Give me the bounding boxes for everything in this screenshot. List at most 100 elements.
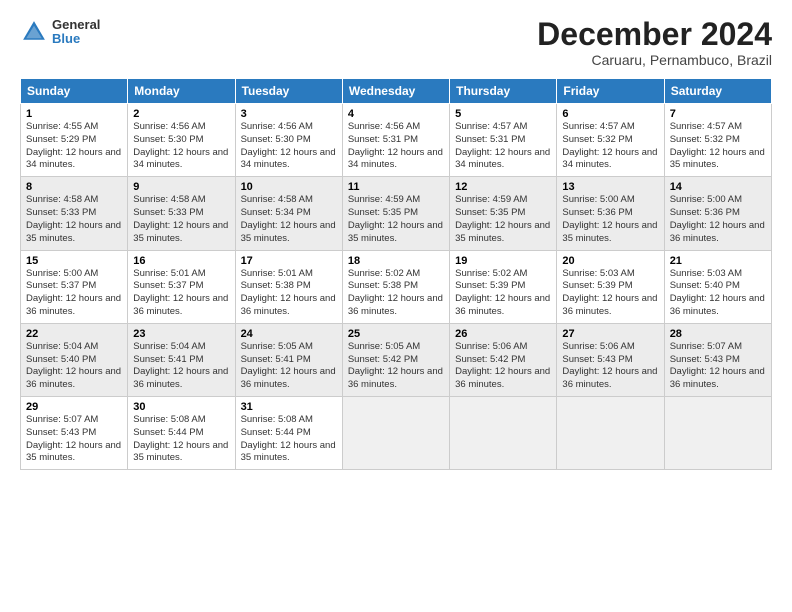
calendar-header-tuesday: Tuesday xyxy=(235,79,342,104)
logo-text: General Blue xyxy=(52,18,100,47)
calendar-cell: 31Sunrise: 5:08 AMSunset: 5:44 PMDayligh… xyxy=(235,397,342,470)
day-info: Sunrise: 5:00 AMSunset: 5:37 PMDaylight:… xyxy=(26,268,122,319)
calendar-cell xyxy=(557,397,664,470)
calendar-cell: 6Sunrise: 4:57 AMSunset: 5:32 PMDaylight… xyxy=(557,104,664,177)
day-info: Sunrise: 4:59 AMSunset: 5:35 PMDaylight:… xyxy=(348,194,444,245)
calendar-header-sunday: Sunday xyxy=(21,79,128,104)
day-number: 11 xyxy=(348,181,444,193)
calendar-week-5: 29Sunrise: 5:07 AMSunset: 5:43 PMDayligh… xyxy=(21,397,772,470)
day-number: 27 xyxy=(562,328,658,340)
day-number: 12 xyxy=(455,181,551,193)
calendar-week-3: 15Sunrise: 5:00 AMSunset: 5:37 PMDayligh… xyxy=(21,250,772,323)
day-info: Sunrise: 4:57 AMSunset: 5:32 PMDaylight:… xyxy=(562,121,658,172)
day-number: 9 xyxy=(133,181,229,193)
day-number: 13 xyxy=(562,181,658,193)
calendar-cell: 9Sunrise: 4:58 AMSunset: 5:33 PMDaylight… xyxy=(128,177,235,250)
day-number: 15 xyxy=(26,255,122,267)
day-number: 8 xyxy=(26,181,122,193)
day-info: Sunrise: 4:58 AMSunset: 5:33 PMDaylight:… xyxy=(26,194,122,245)
day-number: 21 xyxy=(670,255,766,267)
calendar-cell: 12Sunrise: 4:59 AMSunset: 5:35 PMDayligh… xyxy=(450,177,557,250)
calendar-cell: 17Sunrise: 5:01 AMSunset: 5:38 PMDayligh… xyxy=(235,250,342,323)
calendar-cell xyxy=(450,397,557,470)
page: General Blue December 2024 Caruaru, Pern… xyxy=(0,0,792,612)
calendar-cell: 21Sunrise: 5:03 AMSunset: 5:40 PMDayligh… xyxy=(664,250,771,323)
day-number: 16 xyxy=(133,255,229,267)
calendar-cell: 23Sunrise: 5:04 AMSunset: 5:41 PMDayligh… xyxy=(128,323,235,396)
day-info: Sunrise: 5:03 AMSunset: 5:39 PMDaylight:… xyxy=(562,268,658,319)
day-info: Sunrise: 5:07 AMSunset: 5:43 PMDaylight:… xyxy=(670,341,766,392)
day-info: Sunrise: 5:04 AMSunset: 5:41 PMDaylight:… xyxy=(133,341,229,392)
calendar-header-thursday: Thursday xyxy=(450,79,557,104)
day-info: Sunrise: 5:04 AMSunset: 5:40 PMDaylight:… xyxy=(26,341,122,392)
day-info: Sunrise: 4:57 AMSunset: 5:31 PMDaylight:… xyxy=(455,121,551,172)
day-number: 29 xyxy=(26,401,122,413)
calendar-cell xyxy=(342,397,449,470)
day-info: Sunrise: 4:56 AMSunset: 5:30 PMDaylight:… xyxy=(241,121,337,172)
calendar-cell: 10Sunrise: 4:58 AMSunset: 5:34 PMDayligh… xyxy=(235,177,342,250)
day-number: 28 xyxy=(670,328,766,340)
day-number: 20 xyxy=(562,255,658,267)
day-number: 2 xyxy=(133,108,229,120)
day-number: 30 xyxy=(133,401,229,413)
calendar-cell: 3Sunrise: 4:56 AMSunset: 5:30 PMDaylight… xyxy=(235,104,342,177)
day-info: Sunrise: 5:00 AMSunset: 5:36 PMDaylight:… xyxy=(670,194,766,245)
calendar-cell: 11Sunrise: 4:59 AMSunset: 5:35 PMDayligh… xyxy=(342,177,449,250)
day-number: 10 xyxy=(241,181,337,193)
day-number: 25 xyxy=(348,328,444,340)
calendar-cell: 30Sunrise: 5:08 AMSunset: 5:44 PMDayligh… xyxy=(128,397,235,470)
day-info: Sunrise: 5:01 AMSunset: 5:37 PMDaylight:… xyxy=(133,268,229,319)
calendar-week-1: 1Sunrise: 4:55 AMSunset: 5:29 PMDaylight… xyxy=(21,104,772,177)
day-number: 7 xyxy=(670,108,766,120)
calendar-cell xyxy=(664,397,771,470)
month-title: December 2024 xyxy=(537,18,772,50)
calendar-cell: 27Sunrise: 5:06 AMSunset: 5:43 PMDayligh… xyxy=(557,323,664,396)
day-number: 26 xyxy=(455,328,551,340)
day-info: Sunrise: 5:07 AMSunset: 5:43 PMDaylight:… xyxy=(26,414,122,465)
day-info: Sunrise: 5:00 AMSunset: 5:36 PMDaylight:… xyxy=(562,194,658,245)
calendar-cell: 24Sunrise: 5:05 AMSunset: 5:41 PMDayligh… xyxy=(235,323,342,396)
calendar-cell: 15Sunrise: 5:00 AMSunset: 5:37 PMDayligh… xyxy=(21,250,128,323)
day-info: Sunrise: 4:55 AMSunset: 5:29 PMDaylight:… xyxy=(26,121,122,172)
logo-blue: Blue xyxy=(52,32,100,46)
day-info: Sunrise: 4:58 AMSunset: 5:33 PMDaylight:… xyxy=(133,194,229,245)
calendar-cell: 5Sunrise: 4:57 AMSunset: 5:31 PMDaylight… xyxy=(450,104,557,177)
calendar-header-wednesday: Wednesday xyxy=(342,79,449,104)
day-number: 17 xyxy=(241,255,337,267)
day-number: 14 xyxy=(670,181,766,193)
day-info: Sunrise: 4:57 AMSunset: 5:32 PMDaylight:… xyxy=(670,121,766,172)
calendar-header-friday: Friday xyxy=(557,79,664,104)
location: Caruaru, Pernambuco, Brazil xyxy=(537,52,772,68)
day-number: 6 xyxy=(562,108,658,120)
day-number: 18 xyxy=(348,255,444,267)
calendar-header-monday: Monday xyxy=(128,79,235,104)
calendar-cell: 19Sunrise: 5:02 AMSunset: 5:39 PMDayligh… xyxy=(450,250,557,323)
calendar-cell: 28Sunrise: 5:07 AMSunset: 5:43 PMDayligh… xyxy=(664,323,771,396)
day-info: Sunrise: 4:56 AMSunset: 5:30 PMDaylight:… xyxy=(133,121,229,172)
day-number: 1 xyxy=(26,108,122,120)
calendar-cell: 14Sunrise: 5:00 AMSunset: 5:36 PMDayligh… xyxy=(664,177,771,250)
day-info: Sunrise: 5:06 AMSunset: 5:43 PMDaylight:… xyxy=(562,341,658,392)
calendar-table: SundayMondayTuesdayWednesdayThursdayFrid… xyxy=(20,78,772,470)
day-number: 23 xyxy=(133,328,229,340)
calendar-cell: 1Sunrise: 4:55 AMSunset: 5:29 PMDaylight… xyxy=(21,104,128,177)
header: General Blue December 2024 Caruaru, Pern… xyxy=(20,18,772,68)
calendar-header-row: SundayMondayTuesdayWednesdayThursdayFrid… xyxy=(21,79,772,104)
calendar-cell: 2Sunrise: 4:56 AMSunset: 5:30 PMDaylight… xyxy=(128,104,235,177)
day-number: 24 xyxy=(241,328,337,340)
calendar-cell: 8Sunrise: 4:58 AMSunset: 5:33 PMDaylight… xyxy=(21,177,128,250)
day-number: 22 xyxy=(26,328,122,340)
calendar-cell: 4Sunrise: 4:56 AMSunset: 5:31 PMDaylight… xyxy=(342,104,449,177)
day-info: Sunrise: 5:02 AMSunset: 5:38 PMDaylight:… xyxy=(348,268,444,319)
day-info: Sunrise: 4:58 AMSunset: 5:34 PMDaylight:… xyxy=(241,194,337,245)
day-info: Sunrise: 5:03 AMSunset: 5:40 PMDaylight:… xyxy=(670,268,766,319)
calendar-cell: 26Sunrise: 5:06 AMSunset: 5:42 PMDayligh… xyxy=(450,323,557,396)
calendar-cell: 25Sunrise: 5:05 AMSunset: 5:42 PMDayligh… xyxy=(342,323,449,396)
calendar-cell: 13Sunrise: 5:00 AMSunset: 5:36 PMDayligh… xyxy=(557,177,664,250)
logo: General Blue xyxy=(20,18,100,47)
day-number: 4 xyxy=(348,108,444,120)
day-info: Sunrise: 5:06 AMSunset: 5:42 PMDaylight:… xyxy=(455,341,551,392)
day-number: 3 xyxy=(241,108,337,120)
calendar-cell: 16Sunrise: 5:01 AMSunset: 5:37 PMDayligh… xyxy=(128,250,235,323)
calendar-cell: 7Sunrise: 4:57 AMSunset: 5:32 PMDaylight… xyxy=(664,104,771,177)
